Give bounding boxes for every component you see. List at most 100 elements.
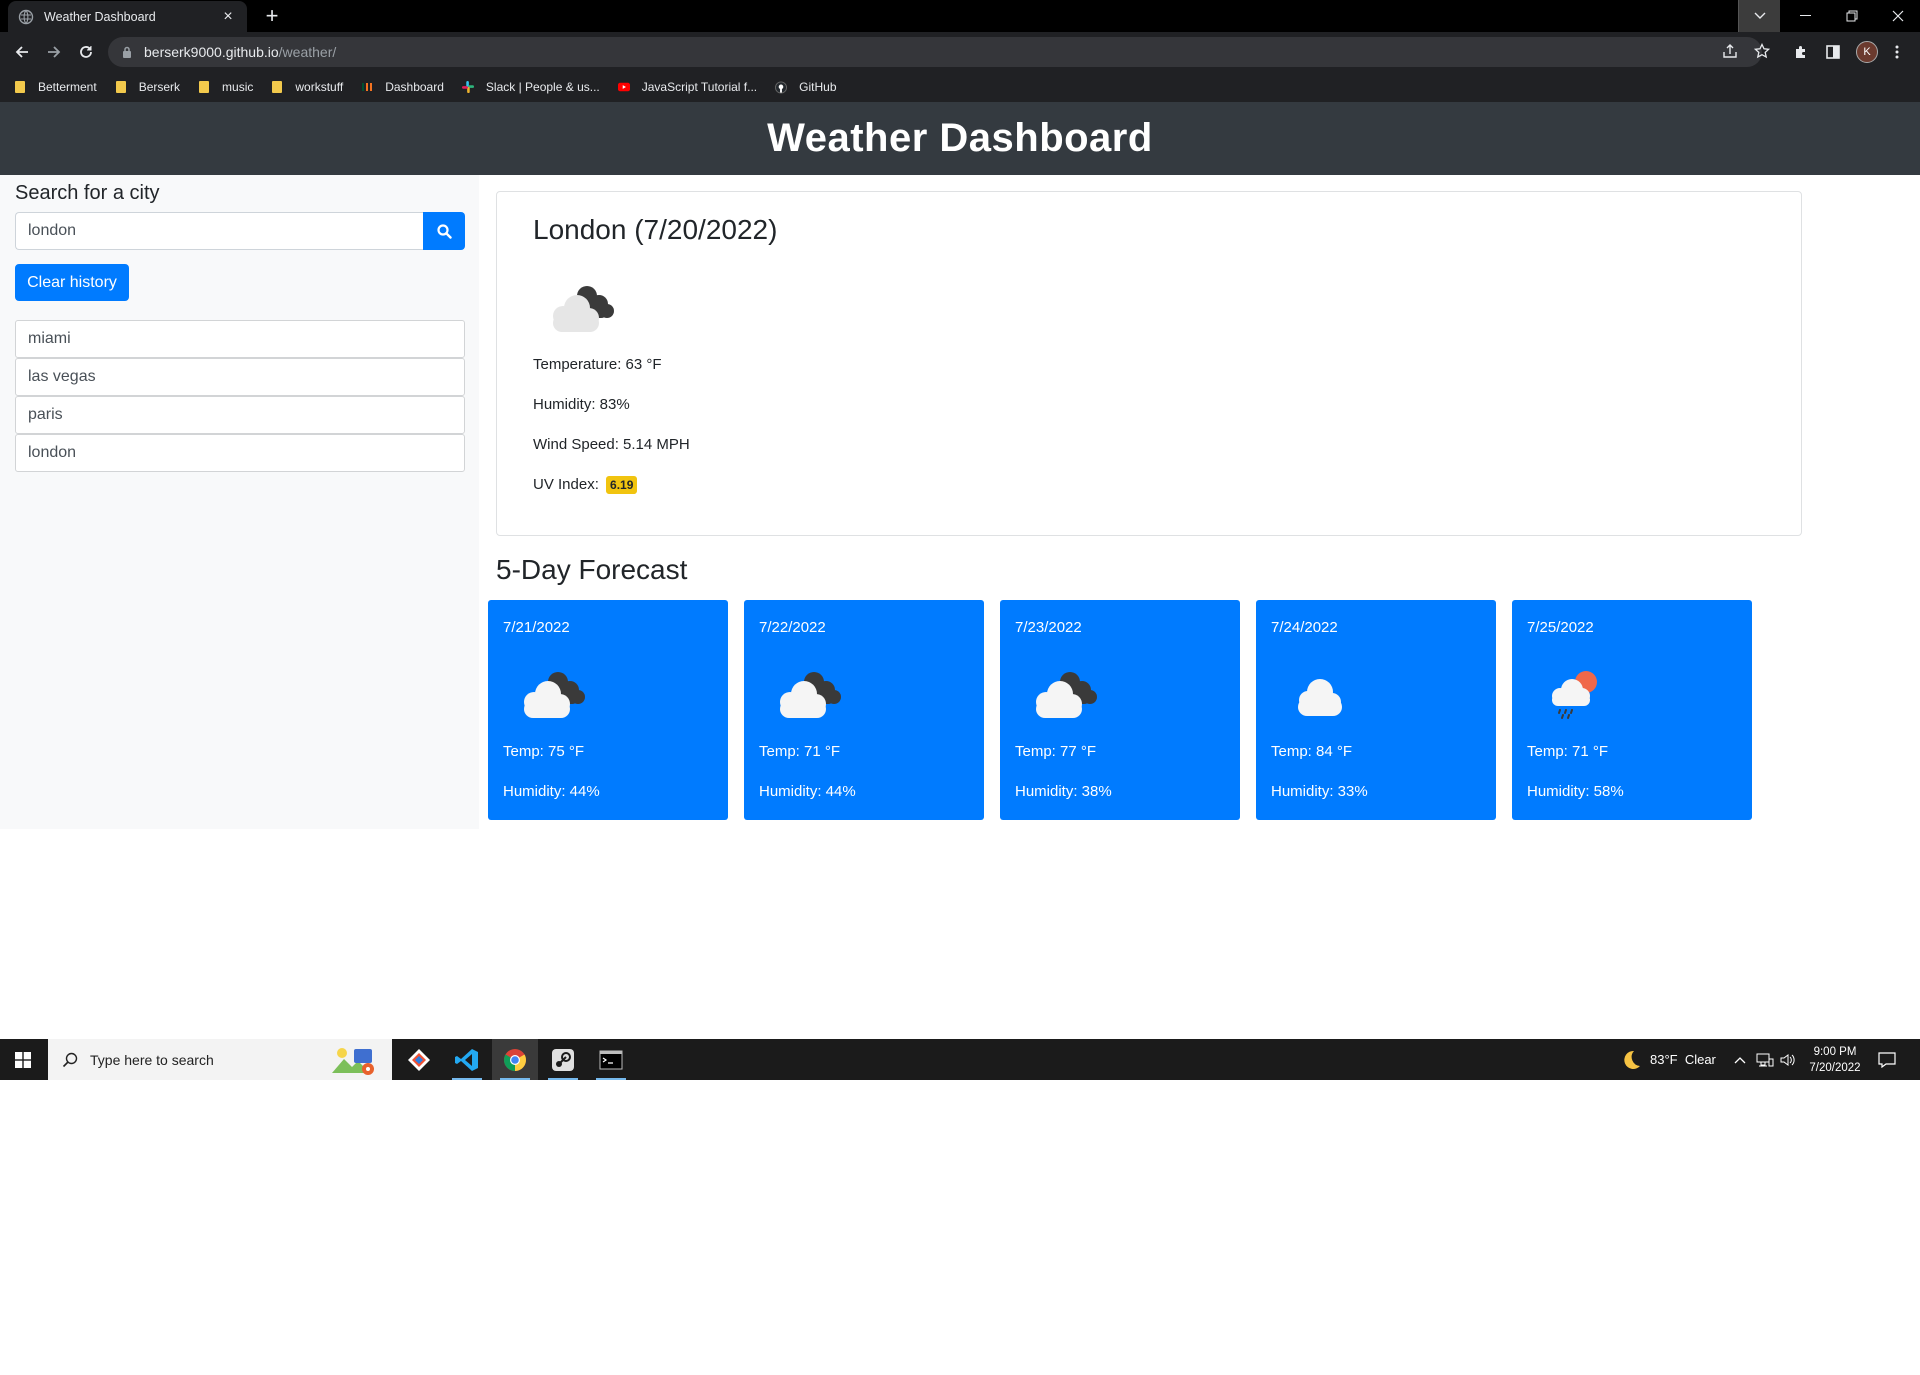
minimize-icon (1800, 15, 1811, 16)
forecast-temp: Temp: 84 °F (1271, 743, 1353, 760)
taskbar-search-placeholder: Type here to search (90, 1051, 214, 1068)
github-icon (775, 81, 788, 93)
forecast-humidity: Humidity: 44% (759, 783, 856, 800)
forecast-humidity: Humidity: 38% (1015, 783, 1112, 800)
restore-button[interactable] (1830, 0, 1874, 32)
notifications-button[interactable] (1878, 1039, 1896, 1080)
forecast-date: 7/24/2022 (1271, 619, 1338, 636)
bookmark-javascript-tutorial[interactable]: JavaScript Tutorial f... (617, 80, 757, 94)
uv-badge: 6.19 (606, 476, 638, 495)
forecast-date: 7/25/2022 (1527, 619, 1594, 636)
history-item-miami[interactable]: miami (15, 320, 465, 358)
bookmark-label: workstuff (295, 80, 344, 94)
taskbar-terminal-app[interactable] (588, 1039, 634, 1080)
history-item-london[interactable]: london (15, 434, 465, 472)
forward-button[interactable] (40, 38, 68, 66)
forecast-date: 7/21/2022 (503, 619, 570, 636)
page-viewport: Weather Dashboard Search for a city Clea… (0, 102, 1920, 1039)
blank-area (0, 1080, 1920, 1375)
network-status[interactable] (1756, 1039, 1774, 1080)
globe-icon (18, 9, 34, 25)
youtube-icon (617, 81, 630, 93)
close-icon (1892, 10, 1904, 22)
vscode-icon (455, 1048, 478, 1071)
search-icon (62, 1052, 78, 1067)
speaker-icon (1780, 1053, 1795, 1066)
broken-clouds-icon (780, 672, 841, 718)
folder-icon (198, 81, 210, 93)
forecast-temp: Temp: 75 °F (503, 743, 585, 760)
bookmark-berserk[interactable]: Berserk (115, 80, 180, 94)
clock-time: 9:00 PM (1813, 1046, 1857, 1058)
forecast-humidity: Humidity: 58% (1527, 783, 1624, 800)
current-uv-index: UV Index: 6.19 (533, 476, 638, 495)
bookmark-label: music (222, 80, 254, 94)
profile-avatar[interactable]: K (1856, 41, 1878, 63)
browser-tab[interactable]: Weather Dashboard × (8, 1, 247, 32)
close-tab-icon[interactable]: × (219, 8, 237, 26)
browser-tab-strip: Weather Dashboard × + (0, 0, 1920, 32)
volume-control[interactable] (1780, 1039, 1796, 1080)
broken-clouds-icon (1036, 672, 1097, 718)
chevron-up-icon (1734, 1056, 1746, 1063)
show-hidden-icons-button[interactable] (1734, 1039, 1746, 1080)
bookmark-label: GitHub (799, 80, 837, 94)
extensions-puzzle-icon[interactable] (1790, 41, 1812, 63)
bookmark-star-icon[interactable] (1754, 43, 1770, 59)
search-button[interactable] (423, 212, 465, 250)
bookmark-workstuff[interactable]: workstuff (271, 80, 343, 94)
page-title: Weather Dashboard (767, 116, 1153, 160)
page-header: Weather Dashboard (0, 102, 1920, 175)
bookmark-slack[interactable]: Slack | People & us... (461, 80, 600, 94)
more-menu-icon[interactable] (1886, 41, 1908, 63)
current-city-heading: London (7/20/2022) (533, 214, 778, 245)
forecast-card: 7/21/2022 Temp: 75 °F Humidity: 44% (488, 600, 728, 820)
clear-history-button[interactable]: Clear history (15, 264, 129, 301)
forecast-date: 7/23/2022 (1015, 619, 1082, 636)
address-bar[interactable]: berserk9000.github.io/weather/ (108, 37, 1762, 67)
minimize-button[interactable] (1784, 0, 1828, 32)
reload-button[interactable] (72, 38, 100, 66)
taskbar-steam-app[interactable] (540, 1039, 586, 1080)
forecast-card: 7/25/2022 Temp: 71 °F Humidity: 58% (1512, 600, 1752, 820)
dashboard-icon (361, 81, 373, 93)
back-button[interactable] (8, 38, 36, 66)
taskbar-clock[interactable]: 9:00 PM 7/20/2022 (1800, 1044, 1870, 1076)
bookmark-music[interactable]: music (198, 80, 253, 94)
taskbar-search-box[interactable]: Type here to search (48, 1039, 392, 1080)
address-toolbar: berserk9000.github.io/weather/ K (0, 32, 1920, 72)
city-search-input[interactable] (15, 212, 423, 250)
forecast-humidity: Humidity: 33% (1271, 783, 1368, 800)
network-icon (1756, 1053, 1774, 1066)
rain-sun-icon (1552, 671, 1597, 719)
search-sidebar: Search for a city Clear history miami la… (0, 175, 479, 829)
history-item-las-vegas[interactable]: las vegas (15, 358, 465, 396)
taskbar-weather[interactable]: 83°F Clear (1620, 1039, 1716, 1080)
current-wind-speed: Wind Speed: 5.14 MPH (533, 436, 690, 453)
restore-icon (1846, 10, 1858, 22)
cloud-icon (1298, 679, 1342, 716)
taskbar-vscode-app[interactable] (444, 1039, 490, 1080)
search-icon (436, 223, 452, 239)
taskbar-chrome-app[interactable] (492, 1039, 538, 1080)
windows-taskbar: Type here to search 83°F Clear 9:00 PM 7… (0, 1039, 1920, 1080)
bookmark-label: Slack | People & us... (485, 80, 600, 94)
taskbar-git-app[interactable] (396, 1039, 442, 1080)
new-tab-button[interactable]: + (260, 4, 284, 28)
bookmark-github[interactable]: GitHub (775, 80, 837, 94)
history-item-paris[interactable]: paris (15, 396, 465, 434)
forecast-date: 7/22/2022 (759, 619, 826, 636)
git-app-icon (408, 1048, 430, 1071)
search-heading: Search for a city (15, 182, 160, 204)
folder-icon (271, 81, 283, 93)
url-host: berserk9000.github.io (144, 44, 279, 60)
bookmark-label: Dashboard (385, 80, 444, 94)
start-button[interactable] (0, 1039, 46, 1080)
close-window-button[interactable] (1876, 0, 1920, 32)
tab-title: Weather Dashboard (44, 9, 156, 24)
tab-search-button[interactable] (1738, 0, 1780, 32)
side-panel-icon[interactable] (1822, 41, 1844, 63)
bookmark-dashboard[interactable]: Dashboard (361, 80, 444, 94)
share-icon[interactable] (1722, 43, 1738, 59)
bookmark-betterment[interactable]: Betterment (14, 80, 97, 94)
